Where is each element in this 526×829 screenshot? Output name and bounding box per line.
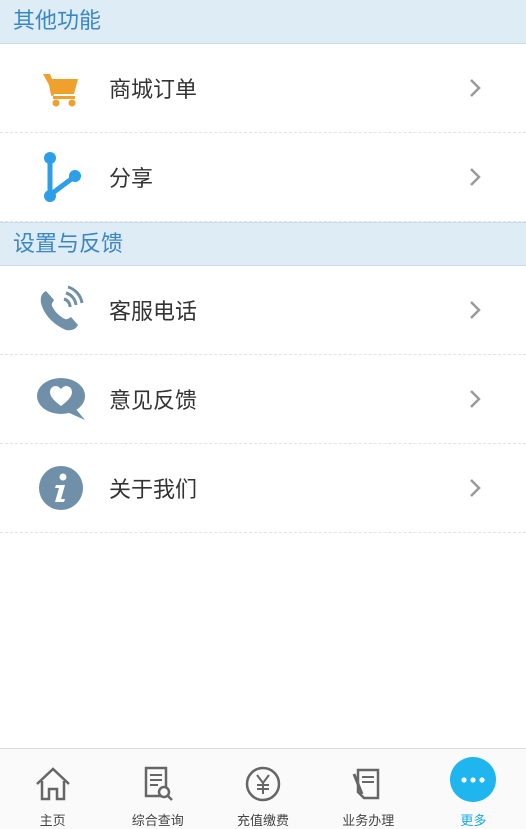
share-icon [31, 147, 91, 207]
section-header-settings: 设置与反馈 [0, 222, 526, 266]
document-icon [347, 763, 389, 804]
info-icon [31, 458, 91, 518]
chevron-right-icon [464, 388, 486, 410]
menu-item-label: 分享 [109, 167, 154, 192]
cart-icon [31, 58, 91, 118]
menu-item-label: 关于我们 [109, 478, 198, 503]
menu-item-about-us[interactable]: 关于我们 [0, 444, 526, 533]
tab-more[interactable]: 更多 [421, 749, 526, 829]
menu-item-share[interactable]: 分享 [0, 133, 526, 222]
tab-label: 业务办理 [342, 814, 395, 829]
menu-item-customer-service[interactable]: 客服电话 [0, 266, 526, 355]
menu-item-label: 意见反馈 [109, 389, 198, 414]
tab-business-handling[interactable]: 业务办理 [316, 749, 421, 829]
more-icon [450, 757, 497, 802]
menu-item-mall-orders[interactable]: 商城订单 [0, 44, 526, 133]
phone-icon [31, 280, 91, 340]
query-icon [137, 763, 179, 804]
tab-label: 主页 [39, 814, 66, 829]
section-header-other: 其他功能 [0, 0, 526, 44]
menu-item-label: 客服电话 [109, 300, 198, 325]
menu-item-label: 商城订单 [109, 78, 198, 103]
chevron-right-icon [464, 77, 486, 99]
chevron-right-icon [464, 477, 486, 499]
tab-home[interactable]: 主页 [0, 749, 105, 829]
bottom-tab-bar: 主页 综合查询 充值缴费 业务办理 更多 [0, 748, 526, 829]
tab-label: 综合查询 [131, 814, 184, 829]
tab-comprehensive-query[interactable]: 综合查询 [105, 749, 210, 829]
feedback-icon [31, 369, 91, 429]
tab-label: 充值缴费 [237, 814, 290, 829]
home-icon [32, 763, 74, 804]
chevron-right-icon [464, 166, 486, 188]
tab-label: 更多 [460, 814, 487, 829]
yen-icon [242, 763, 284, 804]
tab-recharge-payment[interactable]: 充值缴费 [210, 749, 315, 829]
chevron-right-icon [464, 299, 486, 321]
menu-item-feedback[interactable]: 意见反馈 [0, 355, 526, 444]
